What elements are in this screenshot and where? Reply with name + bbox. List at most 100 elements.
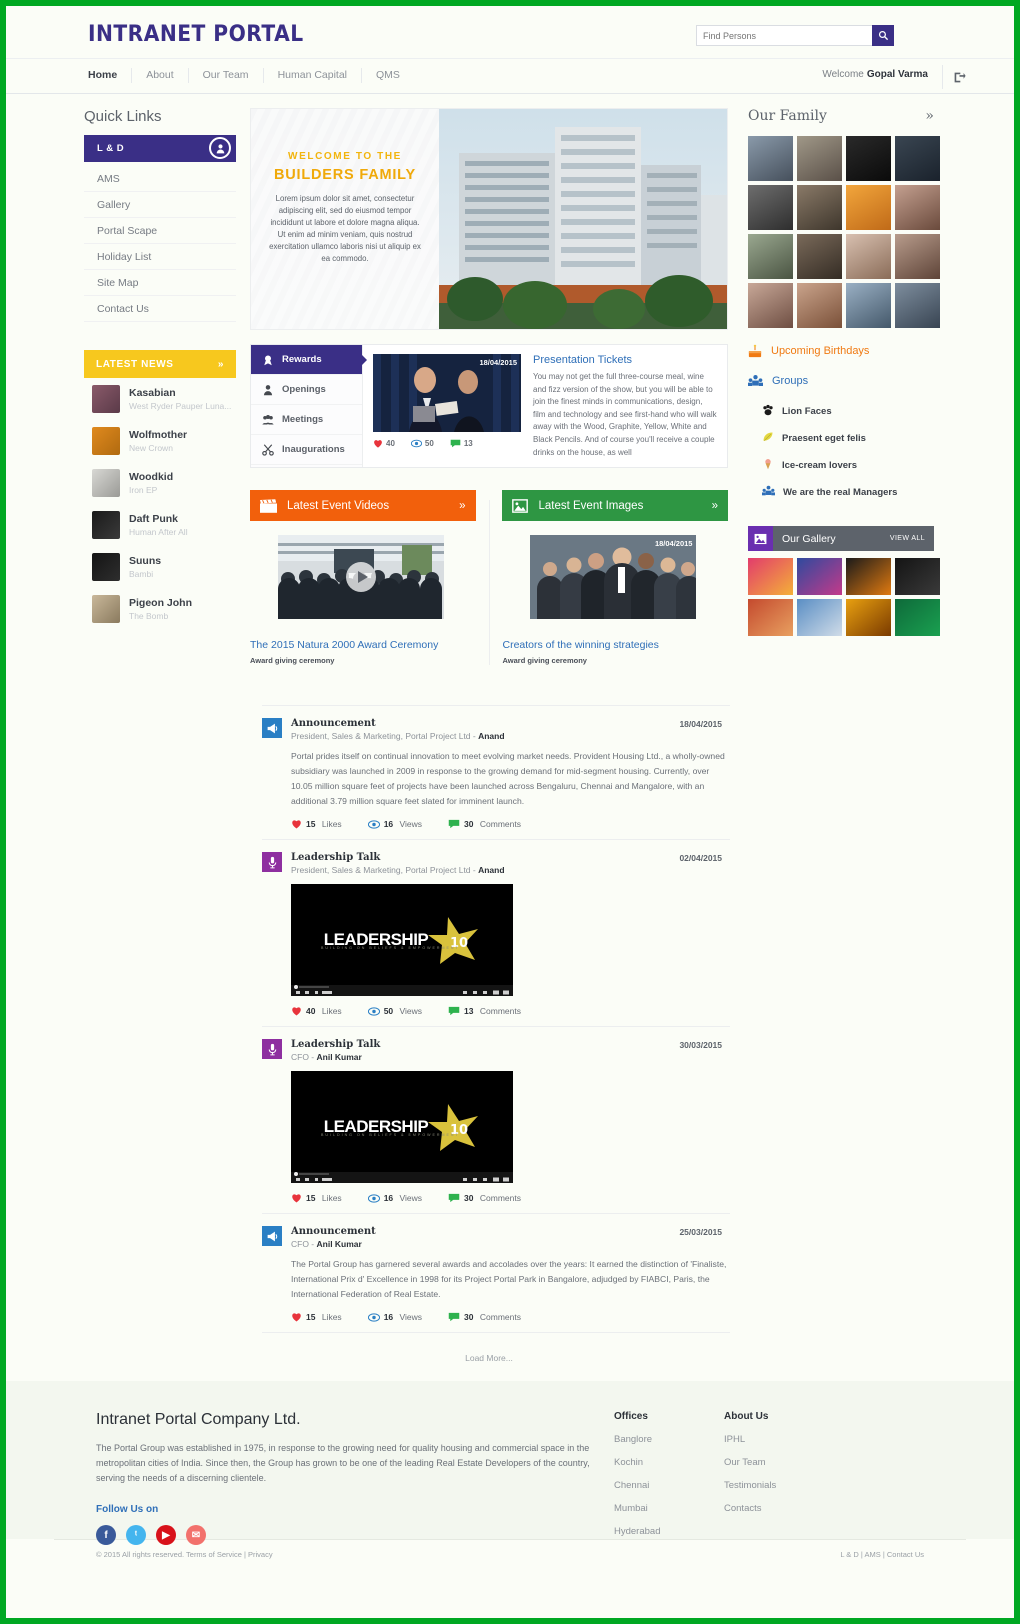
video-controls-bar[interactable] [291,985,513,996]
leadership-video[interactable]: LEADERSHIP 10 BUILDING ON BELIEFS & EMPO… [291,884,513,996]
gallery-thumbnail[interactable] [846,558,891,595]
news-item[interactable]: Pigeon John The Bomb [84,588,236,630]
post-likes[interactable]: 40 Likes [291,1006,342,1016]
avatar[interactable] [797,283,842,328]
avatar[interactable] [748,136,793,181]
nav-item-our-team[interactable]: Our Team [189,68,264,83]
logout-button[interactable] [942,65,966,89]
avatar[interactable] [748,283,793,328]
gallery-thumbnail[interactable] [748,599,793,636]
sidebar-item-portal-scape[interactable]: Portal Scape [84,218,236,244]
event-image-caption[interactable]: Creators of the winning strategies [502,639,728,651]
group-item[interactable]: Ice-cream lovers [762,452,934,479]
post-views[interactable]: 50 Views [367,1006,422,1016]
post-views[interactable]: 16 Views [367,1312,422,1322]
rewards-likes[interactable]: 40 [373,439,395,448]
avatar[interactable] [797,136,842,181]
gallery-thumbnail[interactable] [895,558,940,595]
post-comments[interactable]: 30 Comments [448,1193,521,1203]
latest-event-images-more-icon[interactable]: » [712,500,718,512]
footer-link-contacts[interactable]: Contacts [724,1503,834,1514]
post-likes[interactable]: 15 Likes [291,1312,342,1322]
avatar[interactable] [797,234,842,279]
facebook-icon[interactable]: f [96,1525,116,1545]
sidebar-item-ld[interactable]: L & D [84,135,236,162]
nav-item-human-capital[interactable]: Human Capital [264,68,363,83]
gallery-thumbnail[interactable] [748,558,793,595]
load-more-button[interactable]: Load More... [250,1333,728,1363]
post-comments[interactable]: 30 Comments [448,1312,521,1322]
group-item[interactable]: Lion Faces [762,398,934,425]
gallery-thumbnail[interactable] [797,599,842,636]
bottom-link-contact-us[interactable]: Contact Us [887,1550,924,1559]
youtube-icon[interactable]: ▶ [156,1525,176,1545]
latest-event-videos-more-icon[interactable]: » [459,500,465,512]
handshake-photo[interactable]: 18/04/2015 [373,354,521,432]
nav-item-about[interactable]: About [132,68,189,83]
latest-news-more-icon[interactable]: » [218,359,224,370]
nav-item-home[interactable]: Home [84,68,133,83]
news-item[interactable]: Woodkid Iron EP [84,462,236,504]
post-views[interactable]: 16 Views [367,819,422,829]
avatar[interactable] [846,234,891,279]
avatar[interactable] [846,185,891,230]
avatar[interactable] [895,234,940,279]
group-item[interactable]: Praesent eget felis [762,425,934,452]
post-comments[interactable]: 13 Comments [448,1006,521,1016]
sidebar-item-ams[interactable]: AMS [84,166,236,192]
avatar[interactable] [895,185,940,230]
bottom-link-ld[interactable]: L & D [840,1550,858,1559]
video-controls-bar[interactable] [291,1172,513,1183]
video-caption[interactable]: The 2015 Natura 2000 Award Ceremony [250,639,476,651]
avatar[interactable] [797,185,842,230]
search-button[interactable] [872,25,894,46]
news-item[interactable]: Kasabian West Ryder Pauper Luna... [84,378,236,420]
play-button-icon[interactable] [346,562,376,592]
post-likes[interactable]: 15 Likes [291,819,342,829]
twitter-icon[interactable]: ᵗ [126,1525,146,1545]
post-comments[interactable]: 30 Comments [448,819,521,829]
gallery-thumbnail[interactable] [846,599,891,636]
post-views[interactable]: 16 Views [367,1193,422,1203]
avatar[interactable] [748,234,793,279]
gallery-thumbnail[interactable] [797,558,842,595]
email-icon[interactable]: ✉ [186,1525,206,1545]
footer-link-banglore[interactable]: Banglore [614,1434,724,1445]
footer-link-hyderabad[interactable]: Hyderabad [614,1526,724,1537]
rewards-views[interactable]: 50 [410,439,434,448]
rewards-comments[interactable]: 13 [450,439,473,448]
sidebar-item-gallery[interactable]: Gallery [84,192,236,218]
our-family-more-icon[interactable]: » [925,108,934,124]
post-likes[interactable]: 15 Likes [291,1193,342,1203]
tab-meetings[interactable]: Meetings [251,405,362,435]
footer-link-kochin[interactable]: Kochin [614,1457,724,1468]
rewards-heading[interactable]: Presentation Tickets [533,354,717,366]
nav-item-qms[interactable]: QMS [362,68,414,83]
video-thumbnail[interactable] [278,535,444,619]
tab-rewards[interactable]: Rewards [251,345,367,375]
bottom-link-ams[interactable]: AMS [865,1550,881,1559]
footer-link-chennai[interactable]: Chennai [614,1480,724,1491]
sidebar-item-holiday-list[interactable]: Holiday List [84,244,236,270]
avatar[interactable] [748,185,793,230]
group-item[interactable]: We are the real Managers [762,479,934,506]
tab-inaugurations[interactable]: Inaugurations [251,435,362,465]
news-item[interactable]: Suuns Bambi [84,546,236,588]
avatar[interactable] [846,283,891,328]
news-item[interactable]: Wolfmother New Crown [84,420,236,462]
avatar[interactable] [895,136,940,181]
search-input[interactable] [696,25,872,46]
leadership-video[interactable]: LEADERSHIP 10 BUILDING ON BELIEFS & EMPO… [291,1071,513,1183]
avatar[interactable] [846,136,891,181]
footer-link-iphl[interactable]: IPHL [724,1434,834,1445]
tab-openings[interactable]: Openings [251,375,362,405]
footer-link-our-team[interactable]: Our Team [724,1457,834,1468]
sidebar-item-site-map[interactable]: Site Map [84,270,236,296]
groups-link[interactable]: Groups [748,374,934,388]
avatar[interactable] [895,283,940,328]
footer-link-mumbai[interactable]: Mumbai [614,1503,724,1514]
site-logo[interactable]: INTRANET PORTAL [88,22,304,47]
news-item[interactable]: Daft Punk Human After All [84,504,236,546]
footer-link-testimonials[interactable]: Testimonials [724,1480,834,1491]
event-image-thumbnail[interactable]: 18/04/2015 [530,535,697,619]
